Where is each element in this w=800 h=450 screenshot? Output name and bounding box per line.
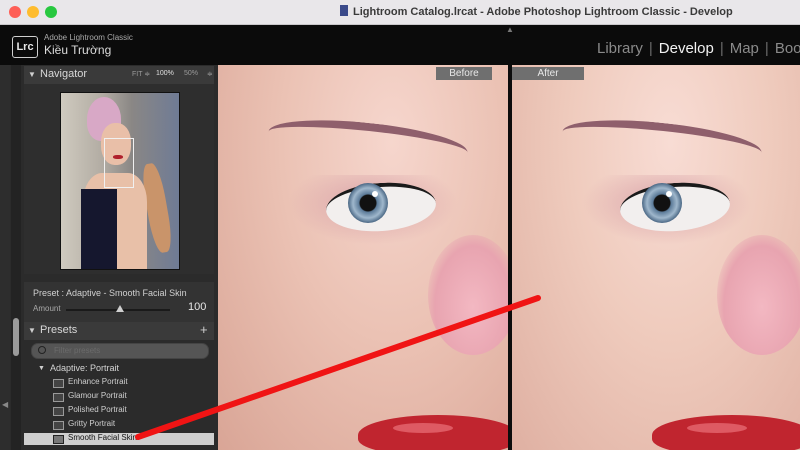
annotation-arrow — [135, 295, 541, 440]
